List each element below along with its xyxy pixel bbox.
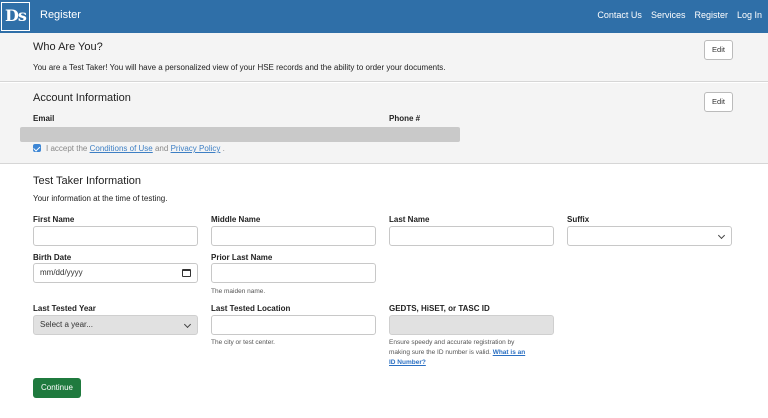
birth-date-label: Birth Date	[33, 253, 72, 262]
chevron-down-icon	[183, 320, 192, 329]
top-nav: Ds Register Contact Us Services Register…	[0, 0, 768, 33]
accept-pre-text: I accept the	[46, 144, 88, 153]
suffix-label: Suffix	[567, 215, 590, 224]
email-label: Email	[33, 114, 55, 123]
nav-link-contact-us[interactable]: Contact Us	[597, 10, 642, 20]
last-name-input[interactable]	[389, 226, 554, 246]
nav-link-register[interactable]: Register	[694, 10, 728, 20]
last-tested-year-label: Last Tested Year	[33, 304, 96, 313]
first-name-input[interactable]	[33, 226, 198, 246]
who-are-you-title: Who Are You?	[33, 41, 103, 53]
last-tested-location-input[interactable]	[211, 315, 376, 335]
logo[interactable]: Ds	[1, 2, 30, 31]
test-taker-subtitle: Your information at the time of testing.	[33, 194, 168, 203]
birth-date-input[interactable]: mm/dd/yyyy	[33, 263, 198, 283]
continue-button[interactable]: Continue	[33, 378, 81, 398]
test-taker-title: Test Taker Information	[33, 175, 142, 187]
what-is-id-link-line-2[interactable]: ID Number?	[389, 359, 426, 366]
id-help: Ensure speedy and accurate registration …	[389, 338, 525, 368]
brand-title[interactable]: Register	[40, 9, 81, 21]
prior-last-name-help: The maiden name.	[211, 288, 266, 295]
who-edit-button[interactable]: Edit	[704, 40, 733, 60]
who-are-you-section: Who Are You? You are a Test Taker! You w…	[0, 33, 768, 82]
last-tested-location-help: The city or test center.	[211, 339, 275, 346]
id-help-line-1: Ensure speedy and accurate registration …	[389, 339, 515, 346]
account-edit-button[interactable]: Edit	[704, 92, 733, 112]
suffix-select[interactable]	[567, 226, 732, 246]
last-tested-year-value: Select a year...	[40, 320, 93, 329]
accept-terms-checkbox[interactable]	[33, 144, 41, 152]
calendar-icon[interactable]	[182, 269, 191, 277]
prior-last-name-input[interactable]	[211, 263, 376, 283]
last-tested-location-label: Last Tested Location	[211, 304, 291, 313]
id-help-line-2: making sure the ID number is valid.	[389, 349, 491, 356]
what-is-id-link-line-1[interactable]: What is an	[493, 349, 526, 356]
last-tested-year-select[interactable]: Select a year...	[33, 315, 198, 335]
birth-date-placeholder: mm/dd/yyyy	[40, 268, 83, 277]
nav-link-services[interactable]: Services	[651, 10, 686, 20]
nav-link-log-in[interactable]: Log In	[737, 10, 762, 20]
conditions-of-use-link[interactable]: Conditions of Use	[90, 144, 153, 153]
redacted-account-values	[20, 127, 460, 142]
first-name-label: First Name	[33, 215, 75, 224]
middle-name-input[interactable]	[211, 226, 376, 246]
privacy-policy-link[interactable]: Privacy Policy	[171, 144, 221, 153]
middle-name-label: Middle Name	[211, 215, 261, 224]
id-input[interactable]	[389, 315, 554, 335]
accept-and-text: and	[154, 144, 169, 153]
accept-terms-text: I accept the Conditions of Use and Priva…	[46, 144, 225, 153]
id-label: GEDTS, HiSET, or TASC ID	[389, 304, 490, 313]
nav-links: Contact Us Services Register Log In	[597, 10, 762, 20]
chevron-down-icon	[717, 231, 726, 240]
prior-last-name-label: Prior Last Name	[211, 253, 273, 262]
who-are-you-text: You are a Test Taker! You will have a pe…	[33, 63, 446, 72]
account-information-title: Account Information	[33, 92, 131, 104]
last-name-label: Last Name	[389, 215, 430, 224]
phone-label: Phone #	[389, 114, 421, 123]
accept-post-text: .	[222, 144, 225, 153]
